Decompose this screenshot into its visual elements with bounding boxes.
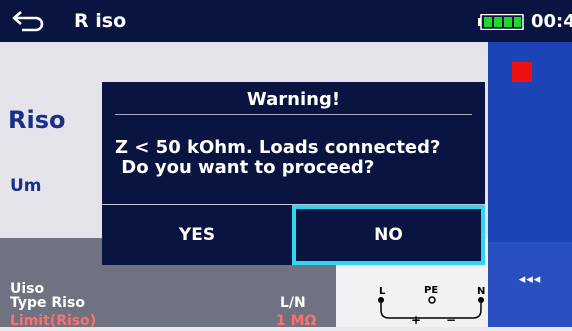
clock: 00:42 <box>531 11 572 32</box>
type-riso-value: L/N <box>280 295 306 311</box>
minus-sign: − <box>446 313 456 327</box>
terminal-l-label: L <box>379 286 386 297</box>
no-button[interactable]: NO <box>292 205 485 265</box>
left-arrows-icon: ◂◂◂ <box>518 272 542 287</box>
plus-sign: + <box>411 313 421 327</box>
yes-button[interactable]: YES <box>102 205 292 265</box>
type-riso-label: Type Riso <box>10 295 85 311</box>
battery-full-icon <box>478 14 524 30</box>
terminal-pe-label: PE <box>424 285 438 296</box>
page-title: R iso <box>74 10 127 32</box>
dialog-title: Warning! <box>246 89 341 110</box>
dialog-divider <box>115 114 472 115</box>
header-bar: R iso 00:42 <box>0 0 572 42</box>
warning-dialog: Warning! Z < 50 kOhm. Loads connected? D… <box>102 82 485 265</box>
riso-result-label: Riso <box>8 106 66 134</box>
dialog-message: Z < 50 kOhm. Loads connected? Do you wan… <box>115 137 441 178</box>
right-sidebar: ◂◂◂ <box>488 42 572 327</box>
back-arrow-icon[interactable] <box>12 8 46 34</box>
expand-panel-button[interactable]: ◂◂◂ <box>488 242 572 327</box>
stop-icon[interactable] <box>512 62 532 82</box>
terminal-n-label: N <box>477 286 485 297</box>
um-result-label: Um <box>10 176 42 196</box>
